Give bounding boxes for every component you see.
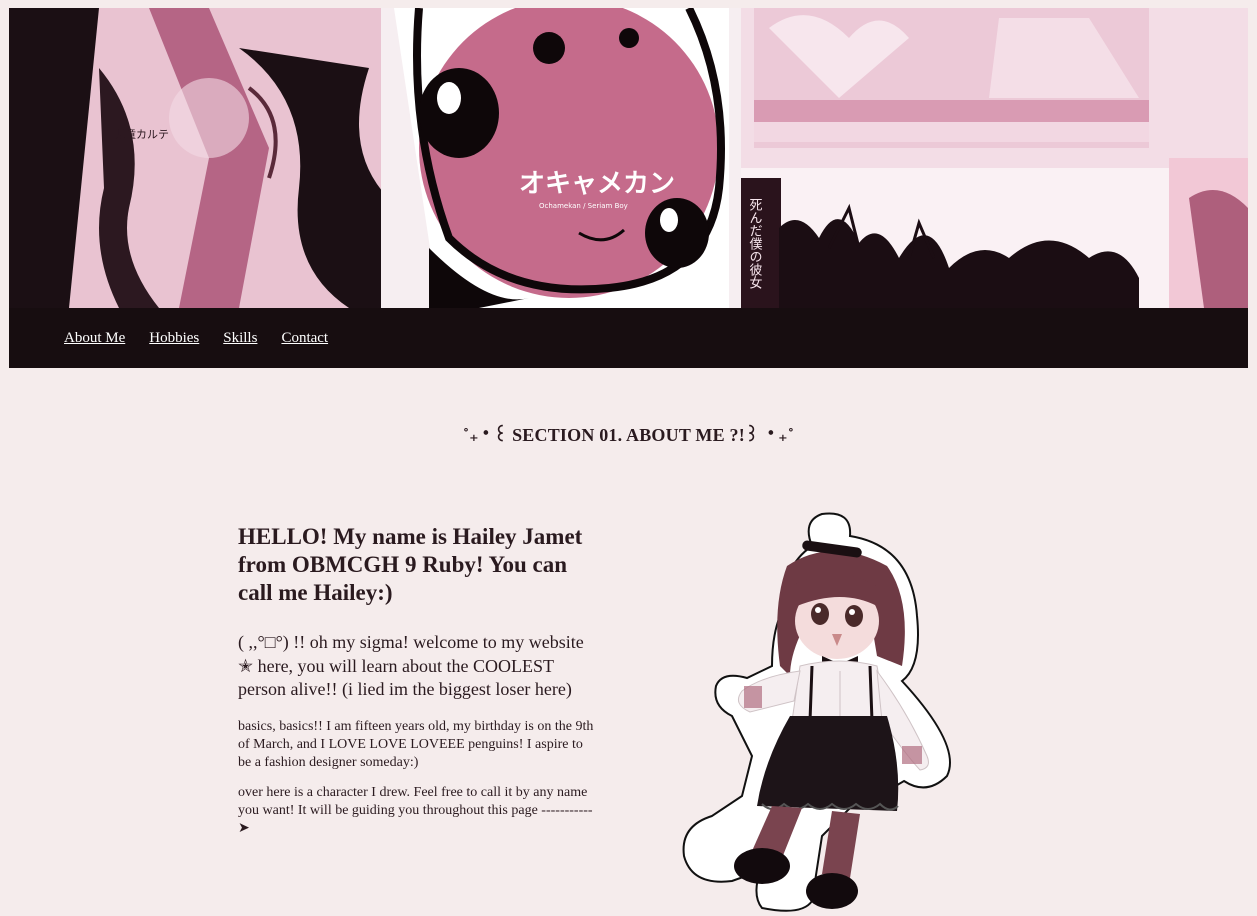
svg-text:死んだ僕の彼女: 死んだ僕の彼女: [747, 198, 763, 289]
intro-text-block: HELLO! My name is Hailey Jamet from OBMC…: [238, 523, 598, 850]
nav-about-me-link[interactable]: About Me: [64, 330, 125, 347]
intro-basics: basics, basics!! I am fifteen years old,…: [238, 718, 594, 770]
svg-text:Ochamekan / Seriam Boy: Ochamekan / Seriam Boy: [539, 202, 628, 210]
main-nav: About Me Hobbies Skills Contact: [9, 308, 1248, 368]
character-illustration: [672, 506, 957, 914]
section-heading: ˚₊‧꒰ SECTION 01. ABOUT ME ?!꒱ ‧₊˚: [462, 425, 795, 445]
nav-hobbies-link[interactable]: Hobbies: [149, 330, 199, 347]
header-banner-image: 児童カルテ オキャメカン Ochamekan / Seriam Boy 死んだ僕…: [9, 8, 1248, 308]
intro-lead: ( ,,°□°) !! oh my sigma! welcome to my w…: [238, 632, 584, 699]
nav-skills-link[interactable]: Skills: [223, 330, 257, 347]
svg-text:オキャメカン: オキャメカン: [519, 169, 675, 199]
intro-character-note: over here is a character I drew. Feel fr…: [238, 784, 593, 836]
nav-contact-link[interactable]: Contact: [281, 330, 328, 347]
intro-title: HELLO! My name is Hailey Jamet from OBMC…: [238, 524, 583, 605]
svg-text:児童カルテ: 児童カルテ: [114, 127, 169, 141]
